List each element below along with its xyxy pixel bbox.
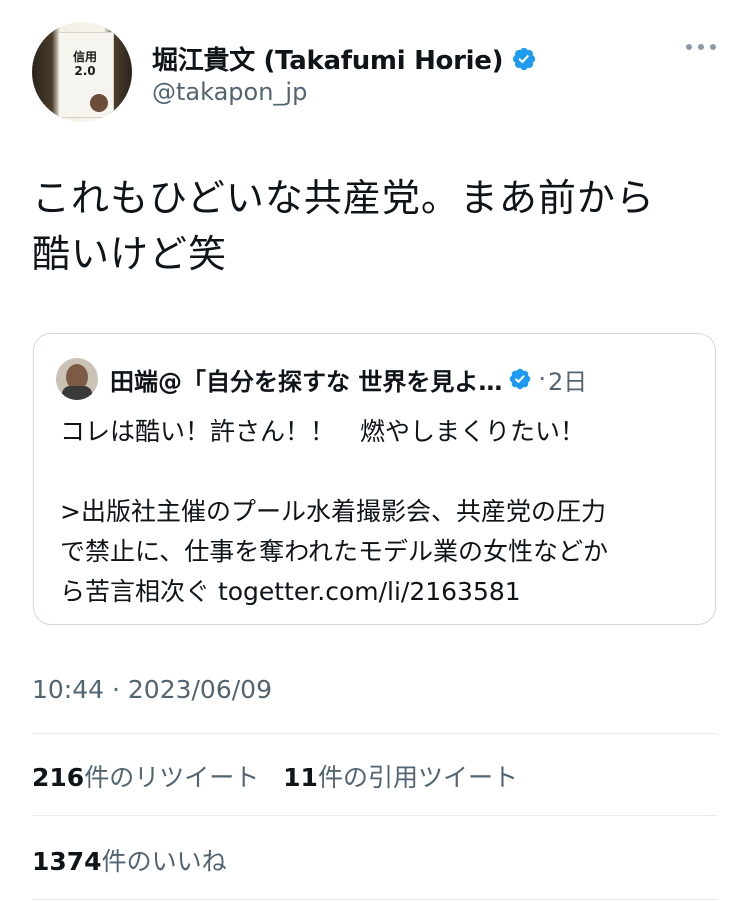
author-display-name[interactable]: 堀江貴文 (Takafumi Horie) (152, 40, 503, 77)
quoted-author-name: 田端@「自分を探すな 世界を見よ… (110, 367, 503, 396)
quoted-tweet-time: 2日 (548, 367, 588, 396)
quoted-separator: · (538, 365, 546, 393)
likes-stats: 1374件のいいね (32, 842, 227, 878)
avatar-face (90, 94, 108, 112)
tweet-timestamp[interactable]: 10:44 · 2023/06/09 (32, 675, 272, 704)
verified-badge-icon (513, 47, 536, 70)
author-avatar[interactable]: 信用 2.0 (32, 22, 132, 122)
tweet-text: これもひどいな共産党。まあ前から 酷いけど笑 (32, 176, 655, 276)
more-dot (686, 44, 692, 50)
author-handle[interactable]: @takapon_jp (152, 78, 307, 106)
avatar-book-title: 信用 2.0 (72, 50, 97, 78)
divider (32, 815, 717, 816)
retweets-stat[interactable]: 216件のリツイート (32, 763, 267, 792)
quoted-author-avatar (56, 358, 98, 400)
divider (32, 899, 717, 900)
author-name-row: 堀江貴文 (Takafumi Horie) (152, 40, 537, 77)
quotes-count: 11 (283, 763, 318, 792)
likes-label: 件のいいね (101, 847, 227, 876)
divider (32, 733, 717, 734)
retweets-count: 216 (32, 763, 85, 792)
quoted-tweet[interactable]: 田端@「自分を探すな 世界を見よ… · 2日 コレは酷い！許さん！！ 燃やしまく… (33, 333, 716, 625)
quoted-avatar-body (62, 386, 92, 400)
quotes-label: 件の引用ツイート (317, 763, 518, 792)
verified-badge-icon (510, 368, 531, 390)
tweet-header: 信用 2.0 堀江貴文 (Takafumi Horie) @takapon_jp (32, 22, 722, 122)
more-dot (710, 44, 716, 50)
likes-count: 1374 (32, 847, 102, 876)
quoted-tweet-text: コレは酷い！許さん！！ 燃やしまくりたい！ >出版社主催のプール水着撮影会、共産… (60, 417, 609, 606)
retweet-quote-stats: 216件のリツイート 11件の引用ツイート (32, 758, 518, 794)
more-dot (698, 44, 704, 50)
more-options-icon[interactable] (686, 44, 716, 50)
retweets-label: 件のリツイート (84, 763, 260, 792)
quotes-stat[interactable]: 11件の引用ツイート (283, 763, 518, 792)
quoted-tweet-header: 田端@「自分を探すな 世界を見よ… · 2日 (56, 358, 587, 400)
likes-stat[interactable]: 1374件のいいね (32, 847, 227, 876)
